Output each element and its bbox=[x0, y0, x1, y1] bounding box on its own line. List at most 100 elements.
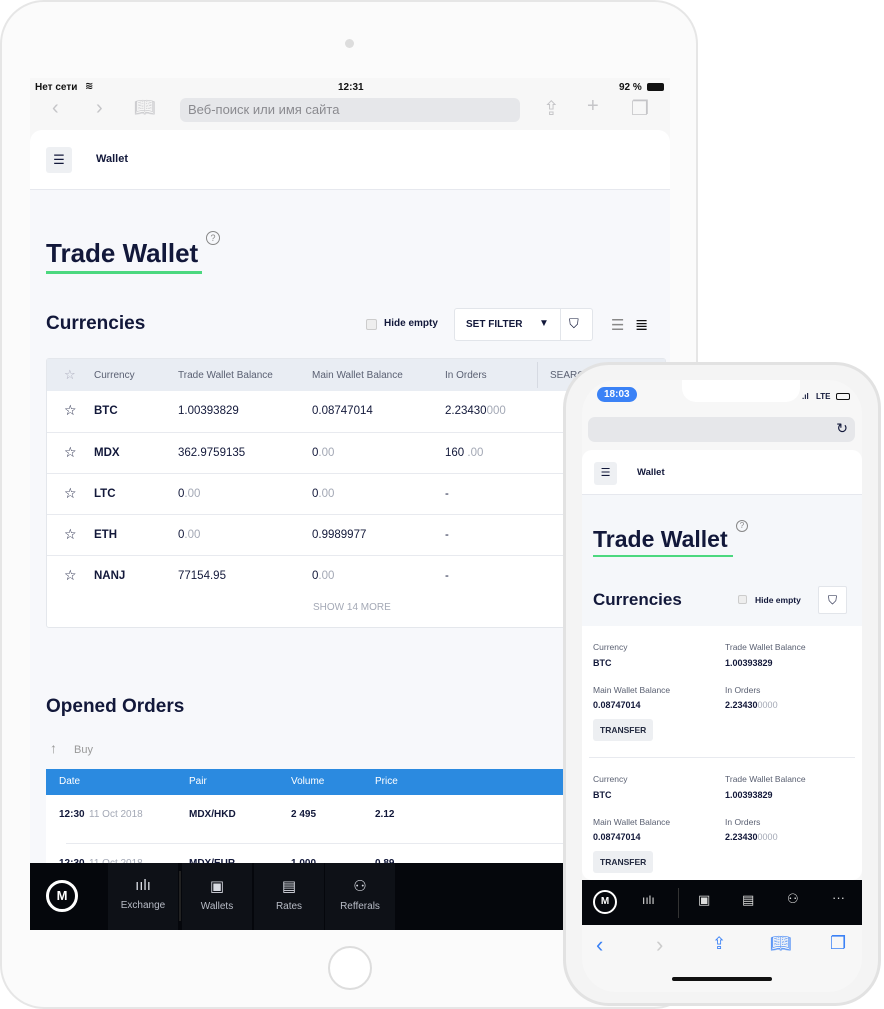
title-underline bbox=[593, 555, 733, 557]
reload-icon[interactable]: ↻ bbox=[836, 420, 848, 437]
tabs-icon[interactable]: ❐ bbox=[631, 96, 649, 121]
column-header[interactable]: Pair bbox=[189, 776, 207, 787]
star-icon[interactable]: ☆ bbox=[64, 485, 77, 502]
star-icon[interactable]: ☆ bbox=[64, 444, 77, 461]
column-header[interactable]: Price bbox=[375, 776, 398, 787]
star-icon[interactable]: ☆ bbox=[64, 567, 77, 584]
column-header[interactable]: Trade Wallet Balance bbox=[178, 370, 273, 381]
ipad-home-button[interactable] bbox=[328, 946, 372, 990]
hide-empty-checkbox[interactable] bbox=[366, 319, 377, 330]
help-icon[interactable]: ? bbox=[206, 231, 220, 245]
order-volume: 2 495 bbox=[291, 809, 317, 820]
column-header[interactable]: Main Wallet Balance bbox=[312, 370, 403, 381]
field-value: BTC bbox=[593, 790, 612, 800]
forward-icon[interactable]: › bbox=[656, 932, 663, 958]
logo[interactable]: M bbox=[593, 890, 617, 914]
divider bbox=[537, 362, 538, 388]
hide-empty-label: Hide empty bbox=[755, 595, 801, 605]
currency-card: Currency BTC Trade Wallet Balance 1.0039… bbox=[582, 626, 862, 758]
address-bar[interactable]: ↻ bbox=[588, 417, 855, 442]
comfortable-view-icon[interactable]: ☰ bbox=[611, 316, 624, 334]
star-icon[interactable]: ☆ bbox=[64, 367, 76, 383]
set-filter-label: SET FILTER bbox=[466, 319, 523, 330]
field-value: 2.23430 bbox=[725, 700, 758, 710]
order-price: 2.12 bbox=[375, 809, 395, 820]
help-icon[interactable]: ? bbox=[736, 520, 748, 532]
chart-icon: ▤ bbox=[281, 878, 297, 895]
back-icon[interactable]: ‹ bbox=[52, 97, 59, 120]
hide-empty-checkbox[interactable] bbox=[738, 595, 747, 604]
app-header: ☰ Wallet bbox=[582, 450, 862, 495]
field-value: 0.08747014 bbox=[593, 832, 641, 842]
buy-label[interactable]: Buy bbox=[74, 744, 93, 756]
wallet-icon[interactable]: ▣ bbox=[698, 892, 710, 908]
bookmarks-icon[interactable]: 📖︎ bbox=[134, 98, 156, 118]
currency-code: ETH bbox=[94, 529, 117, 541]
users-icon[interactable]: ⚇ bbox=[787, 891, 799, 907]
column-header[interactable]: Volume bbox=[291, 776, 324, 787]
clock: 12:31 bbox=[338, 82, 364, 93]
battery-percent: 92 % bbox=[619, 82, 642, 93]
nav-label: Refferals bbox=[340, 901, 380, 912]
clock: 18:03 bbox=[597, 387, 637, 402]
star-icon[interactable]: ☆ bbox=[64, 526, 77, 543]
currencies-title: Currencies bbox=[46, 313, 146, 334]
arrow-up-icon: ↑ bbox=[50, 740, 57, 756]
address-bar[interactable]: Веб-поиск или имя сайта bbox=[180, 98, 520, 122]
tabs-icon[interactable]: ❐ bbox=[830, 933, 846, 954]
column-header[interactable]: Date bbox=[59, 776, 80, 787]
divider bbox=[678, 888, 679, 918]
page-title: Trade Wallet bbox=[46, 238, 199, 268]
nav-wallets[interactable]: ▣ Wallets bbox=[182, 863, 252, 930]
compact-view-icon[interactable]: ≣ bbox=[635, 315, 648, 335]
back-icon[interactable]: ‹ bbox=[596, 932, 603, 958]
currencies-title: Currencies bbox=[593, 590, 682, 609]
forward-icon[interactable]: › bbox=[96, 97, 103, 120]
cell-value: 160 bbox=[445, 447, 468, 459]
column-header[interactable]: Currency bbox=[94, 370, 135, 381]
field-label: Trade Wallet Balance bbox=[725, 642, 806, 652]
home-indicator[interactable] bbox=[672, 977, 772, 981]
opened-orders-title: Opened Orders bbox=[46, 696, 185, 717]
transfer-button[interactable]: TRANSFER bbox=[593, 719, 654, 741]
logo[interactable]: M bbox=[46, 880, 78, 912]
filter-button[interactable]: ⛉ bbox=[818, 586, 847, 614]
order-date: 11 Oct 2018 bbox=[89, 809, 143, 820]
more-icon[interactable]: ··· bbox=[832, 890, 845, 905]
nav-refferals[interactable]: ⚇ Refferals bbox=[325, 863, 395, 930]
currency-code: BTC bbox=[94, 405, 118, 417]
nav-label: Exchange bbox=[120, 900, 166, 911]
filter-icon[interactable]: ⛉ bbox=[569, 316, 579, 332]
cell-value: - bbox=[445, 529, 449, 541]
new-tab-icon[interactable]: + bbox=[587, 95, 599, 118]
nav-exchange[interactable]: ıılı Exchange bbox=[108, 863, 178, 930]
menu-button[interactable]: ☰ bbox=[594, 462, 617, 485]
cell-value-dim: 000 bbox=[486, 405, 506, 417]
chart-icon[interactable]: ▤ bbox=[742, 892, 754, 908]
currency-cards: Currency BTC Trade Wallet Balance 1.0039… bbox=[582, 626, 862, 880]
menu-button[interactable]: ☰ bbox=[46, 147, 72, 173]
field-value: BTC bbox=[593, 658, 612, 668]
ipad-camera bbox=[345, 39, 354, 48]
field-value-dim: 0000 bbox=[757, 832, 778, 842]
share-icon[interactable]: ⇪ bbox=[712, 934, 726, 954]
column-header[interactable]: In Orders bbox=[445, 370, 487, 381]
field-label: Currency bbox=[593, 642, 628, 652]
bookmarks-icon[interactable]: 📖︎ bbox=[770, 934, 792, 954]
currency-code: MDX bbox=[94, 447, 120, 459]
share-icon[interactable]: ⇪ bbox=[543, 96, 560, 121]
signal-icon: .ıl bbox=[802, 392, 809, 401]
transfer-button[interactable]: TRANSFER bbox=[593, 851, 654, 873]
cell-value: 0.9989977 bbox=[312, 529, 367, 541]
show-more-link[interactable]: SHOW 14 MORE bbox=[313, 602, 391, 613]
network-type: LTE bbox=[816, 392, 831, 401]
notch bbox=[682, 380, 800, 402]
field-value: 1.00393829 bbox=[725, 790, 773, 800]
bottom-nav: M ıılı ▣ ▤ ⚇ ··· bbox=[582, 880, 862, 925]
field-label: In Orders bbox=[725, 817, 761, 827]
star-icon[interactable]: ☆ bbox=[64, 402, 77, 419]
nav-rates[interactable]: ▤ Rates bbox=[254, 863, 324, 930]
candlestick-icon[interactable]: ıılı bbox=[642, 893, 655, 907]
set-filter-dropdown[interactable]: SET FILTER ▼ ⛉ bbox=[454, 308, 593, 341]
cell-value: - bbox=[445, 570, 449, 582]
